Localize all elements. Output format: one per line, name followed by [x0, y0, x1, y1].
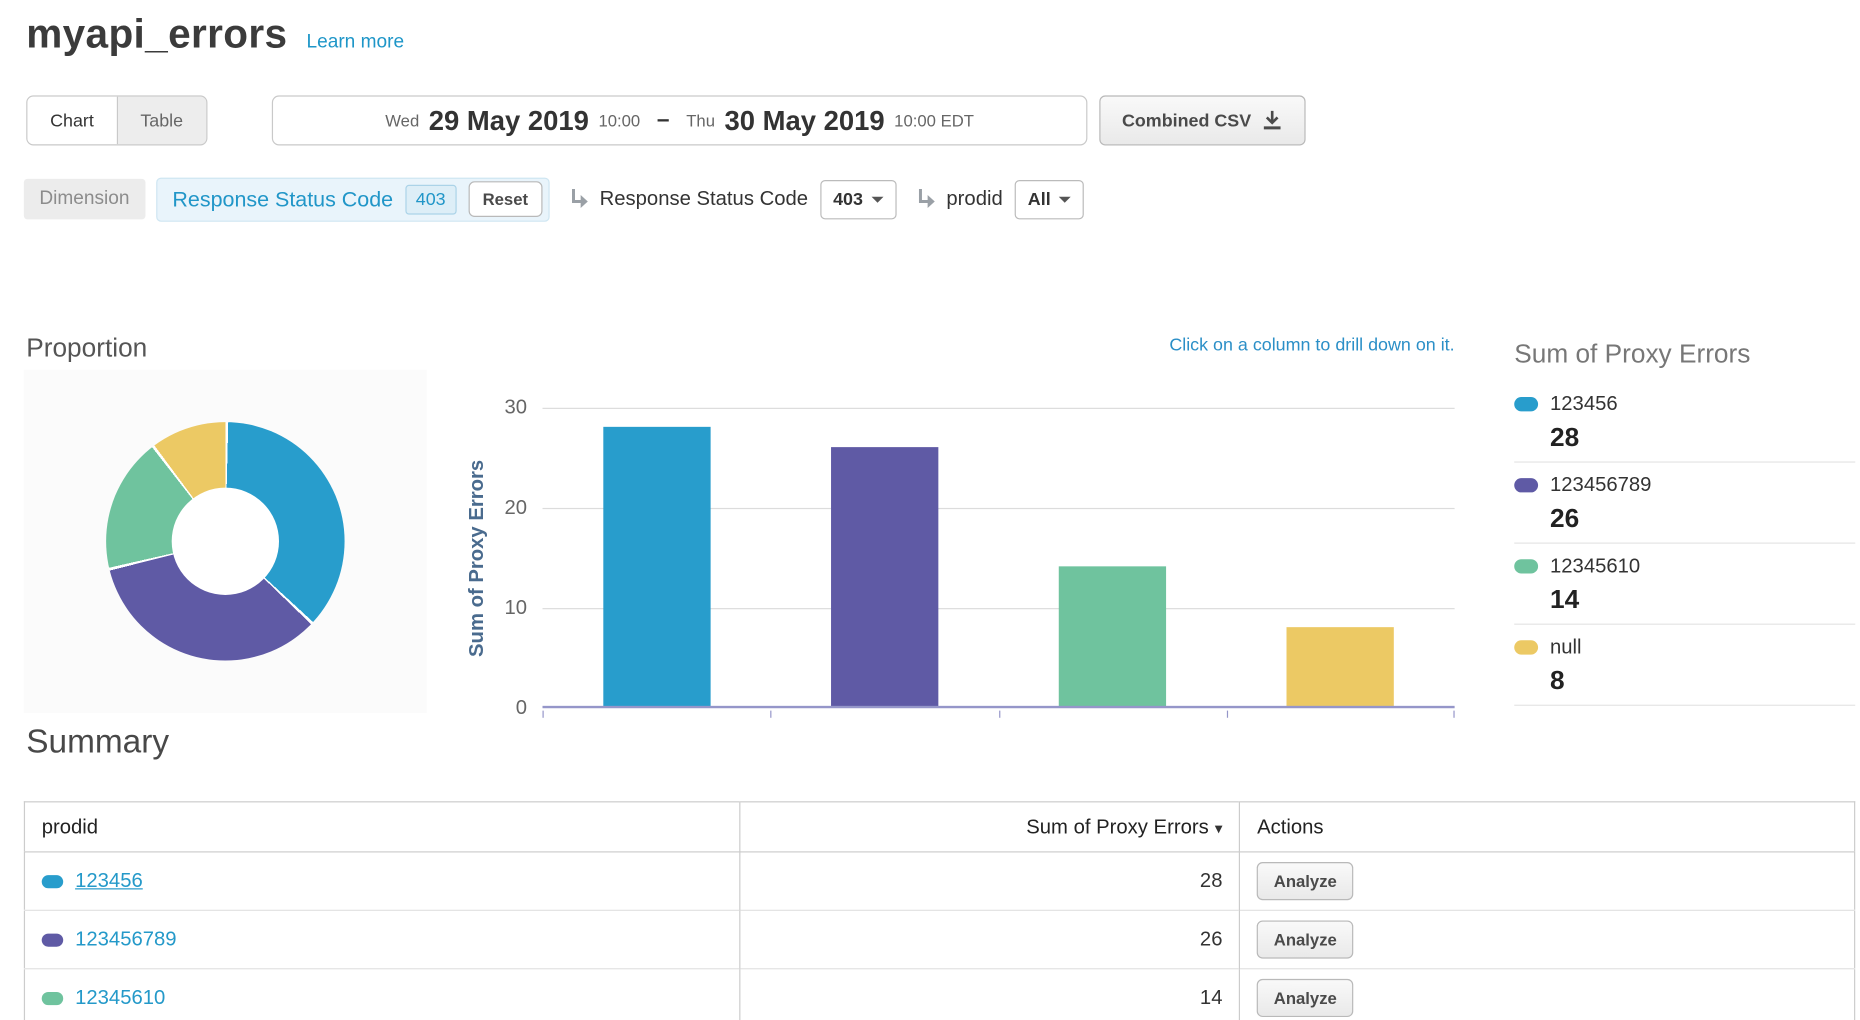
x-tick: [999, 711, 1000, 718]
bar-chart: Sum of Proxy Errors 30 20 10 0: [465, 393, 1455, 739]
drilldown-arrow-icon: [567, 187, 591, 211]
metric-value: 14: [739, 969, 1239, 1020]
col-header-metric-label: Sum of Proxy Errors: [1026, 815, 1208, 838]
status-code-dropdown-value: 403: [833, 189, 863, 209]
view-toggle: Chart Table: [26, 95, 207, 145]
drill-hint: Click on a column to drill down on it.: [1169, 335, 1454, 355]
active-filter-chip: Response Status Code 403 Reset: [156, 177, 550, 221]
col-header-metric[interactable]: Sum of Proxy Errors ▾: [739, 802, 1239, 852]
drilldown-label-response-status-code: Response Status Code: [600, 187, 808, 211]
prodid-link[interactable]: 123456: [75, 869, 143, 892]
date-range-picker[interactable]: Wed 29 May 2019 10:00 – Thu 30 May 2019 …: [272, 95, 1088, 145]
bar-column-null[interactable]: [1287, 627, 1394, 707]
legend-swatch: [1514, 478, 1538, 492]
table-view-button[interactable]: Table: [118, 97, 206, 145]
report-page: myapi_errors Learn more Chart Table Wed …: [0, 0, 1860, 1020]
date-range-separator: –: [657, 107, 670, 133]
combined-csv-button[interactable]: Combined CSV: [1099, 95, 1306, 145]
analyze-button[interactable]: Analyze: [1257, 979, 1353, 1017]
legend-label: null: [1550, 636, 1582, 660]
chevron-down-icon: [871, 196, 883, 202]
y-axis-label: Sum of Proxy Errors: [465, 408, 489, 708]
x-tick: [543, 711, 544, 718]
prodid-dropdown[interactable]: All: [1015, 179, 1084, 218]
active-filter-name: Response Status Code: [172, 187, 393, 212]
start-date: 29 May 2019: [429, 104, 589, 136]
series-color-dot: [42, 875, 63, 888]
chevron-down-icon: [1059, 196, 1071, 202]
legend-item: null 8: [1514, 625, 1855, 706]
start-day: Wed: [385, 111, 419, 130]
legend-label: 12345610: [1550, 554, 1640, 578]
y-tick-0: 0: [465, 696, 527, 720]
page-title: myapi_errors: [26, 12, 287, 59]
sort-desc-icon: ▾: [1215, 819, 1223, 837]
dimension-label: Dimension: [24, 179, 145, 220]
bar-plot: [543, 408, 1455, 708]
legend-item: 123456 28: [1514, 382, 1855, 463]
table-row: 123456789 26 Analyze: [24, 910, 1854, 968]
legend-value: 26: [1550, 503, 1855, 534]
combined-csv-label: Combined CSV: [1122, 110, 1251, 130]
status-code-dropdown[interactable]: 403: [820, 179, 896, 218]
legend-item: 12345610 14: [1514, 544, 1855, 625]
bar-column-123456[interactable]: [603, 427, 710, 707]
summary-title: Summary: [26, 723, 169, 761]
series-color-dot: [42, 992, 63, 1005]
chart-legend: Sum of Proxy Errors 123456 28 123456789 …: [1514, 339, 1855, 706]
filter-bar: Dimension Response Status Code 403 Reset…: [0, 176, 1860, 221]
metric-value: 28: [739, 852, 1239, 910]
prodid-link[interactable]: 123456789: [75, 928, 176, 951]
legend-swatch: [1514, 397, 1538, 411]
toolbar: Chart Table Wed 29 May 2019 10:00 – Thu …: [0, 95, 1860, 145]
learn-more-link[interactable]: Learn more: [306, 32, 404, 53]
chart-view-button[interactable]: Chart: [27, 97, 117, 145]
prodid-dropdown-value: All: [1028, 189, 1051, 209]
legend-item: 123456789 26: [1514, 463, 1855, 544]
y-tick-20: 20: [465, 496, 527, 520]
drilldown-label-prodid: prodid: [946, 187, 1002, 211]
col-header-prodid[interactable]: prodid: [24, 802, 739, 852]
x-axis-line: [543, 706, 1455, 708]
legend-value: 28: [1550, 422, 1855, 453]
legend-value: 14: [1550, 584, 1855, 615]
y-tick-10: 10: [465, 596, 527, 620]
proportion-title: Proportion: [26, 333, 147, 364]
bar-column-123456789[interactable]: [831, 447, 938, 707]
legend-label: 123456789: [1550, 473, 1651, 497]
end-day: Thu: [686, 111, 715, 130]
prodid-link[interactable]: 12345610: [75, 986, 165, 1009]
analyze-button[interactable]: Analyze: [1257, 920, 1353, 958]
proportion-chart-card: [24, 370, 427, 713]
legend-swatch: [1514, 640, 1538, 654]
table-row: 12345610 14 Analyze: [24, 969, 1854, 1020]
legend-label: 123456: [1550, 392, 1618, 416]
metric-value: 26: [739, 910, 1239, 968]
y-tick-30: 30: [465, 396, 527, 420]
x-tick: [1227, 711, 1228, 718]
download-icon: [1262, 110, 1283, 131]
legend-title: Sum of Proxy Errors: [1514, 339, 1855, 370]
end-date: 30 May 2019: [725, 104, 885, 136]
series-color-dot: [42, 934, 63, 947]
drilldown-arrow-icon: [914, 187, 938, 211]
page-header: myapi_errors Learn more: [26, 12, 404, 59]
x-tick: [1453, 711, 1454, 718]
col-header-actions: Actions: [1240, 802, 1855, 852]
active-filter-value: 403: [405, 184, 456, 214]
donut-chart[interactable]: [106, 422, 344, 660]
analyze-button[interactable]: Analyze: [1257, 862, 1353, 900]
table-row: 123456 28 Analyze: [24, 852, 1854, 910]
legend-swatch: [1514, 559, 1538, 573]
start-time: 10:00: [598, 111, 640, 130]
table-header-row: prodid Sum of Proxy Errors ▾ Actions: [24, 802, 1854, 852]
gridline: [543, 408, 1455, 409]
end-time: 10:00 EDT: [894, 111, 974, 130]
bar-column-12345610[interactable]: [1059, 567, 1166, 707]
reset-button[interactable]: Reset: [468, 181, 542, 217]
x-tick: [771, 711, 772, 718]
summary-table: prodid Sum of Proxy Errors ▾ Actions 1234…: [24, 801, 1855, 1020]
legend-value: 8: [1550, 665, 1855, 696]
